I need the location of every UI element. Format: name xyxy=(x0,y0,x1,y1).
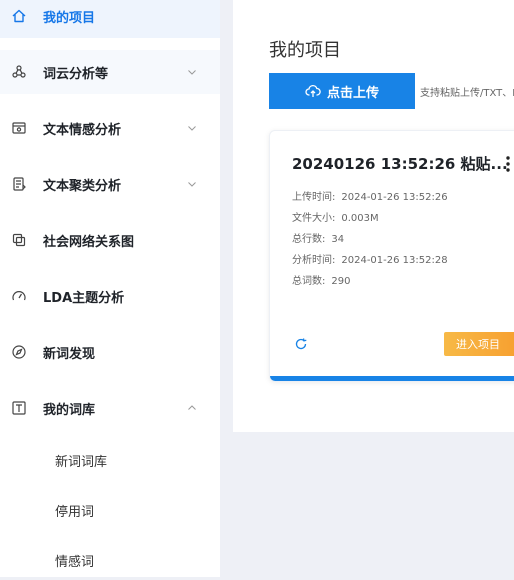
sidebar-item-label: 文本情感分析 xyxy=(43,122,122,138)
sidebar-item-clustering[interactable]: 文本聚类分析 xyxy=(0,162,220,206)
emotion-icon xyxy=(10,119,28,137)
document-icon xyxy=(10,175,28,193)
sidebar-subitem-new-word-lexicon[interactable]: 新词词库 xyxy=(0,440,220,480)
meta-total-lines: 总行数: 34 xyxy=(292,230,344,245)
sidebar-item-label: 文本聚类分析 xyxy=(43,178,122,194)
text-icon xyxy=(10,399,28,417)
sidebar-subitem-label: 情感词 xyxy=(55,554,95,570)
cloud-upload-icon xyxy=(305,84,321,97)
meta-total-words: 总词数: 290 xyxy=(292,272,350,287)
sidebar-subitem-label: 新词词库 xyxy=(55,454,108,470)
meta-analysis-time: 分析时间: 2024-01-26 13:52:28 xyxy=(292,251,448,266)
meta-key: 上传时间: xyxy=(292,192,336,203)
sidebar: 我的项目 词云分析等 文本情感分析 文本聚类分析 社会网络关系图 LDA主题分析… xyxy=(0,0,220,577)
meta-file-size: 文件大小: 0.003M xyxy=(292,209,379,224)
chevron-down-icon xyxy=(186,122,198,134)
upload-hint: 支持粘贴上传/TXT、D xyxy=(420,88,514,99)
chevron-up-icon xyxy=(186,402,198,414)
enter-project-button[interactable]: 进入项目 xyxy=(444,332,514,356)
meta-value: 34 xyxy=(331,234,345,245)
sidebar-item-lda[interactable]: LDA主题分析 xyxy=(0,274,220,318)
copy-icon xyxy=(10,231,28,249)
compass-icon xyxy=(10,343,28,361)
card-accent-bar xyxy=(270,376,514,381)
page-title: 我的项目 xyxy=(269,40,341,61)
home-icon xyxy=(10,7,28,25)
sidebar-item-label: LDA主题分析 xyxy=(43,290,125,306)
sidebar-item-social-network[interactable]: 社会网络关系图 xyxy=(0,218,220,262)
sidebar-item-label: 我的词库 xyxy=(43,402,96,418)
sidebar-item-my-projects[interactable]: 我的项目 xyxy=(0,0,220,38)
chevron-down-icon xyxy=(186,178,198,190)
upload-button-label: 点击上传 xyxy=(326,85,379,101)
meta-key: 文件大小: xyxy=(292,213,336,224)
project-title: 20240126 13:52:26 粘贴... xyxy=(292,155,508,173)
sidebar-subitem-label: 停用词 xyxy=(55,504,95,520)
sidebar-item-my-lexicon[interactable]: 我的词库 xyxy=(0,386,220,430)
sidebar-item-wordcloud[interactable]: 词云分析等 xyxy=(0,50,220,94)
meta-key: 总词数: xyxy=(292,276,326,287)
sidebar-subitem-sentiment-words[interactable]: 情感词 xyxy=(0,540,220,580)
network-icon xyxy=(10,63,28,81)
sidebar-item-label: 新词发现 xyxy=(43,346,96,362)
main-panel: 我的项目 点击上传 支持粘贴上传/TXT、D 20240126 13:52:26… xyxy=(233,0,514,432)
sidebar-item-sentiment[interactable]: 文本情感分析 xyxy=(0,106,220,150)
meta-upload-time: 上传时间: 2024-01-26 13:52:26 xyxy=(292,188,448,203)
sidebar-subitem-stopwords[interactable]: 停用词 xyxy=(0,490,220,530)
more-vertical-icon[interactable] xyxy=(504,155,512,173)
refresh-icon[interactable] xyxy=(294,337,308,351)
sidebar-item-label: 社会网络关系图 xyxy=(43,234,135,250)
upload-button[interactable]: 点击上传 xyxy=(269,73,415,109)
sidebar-item-label: 我的项目 xyxy=(43,10,96,26)
meta-key: 总行数: xyxy=(292,234,326,245)
meta-value: 2024-01-26 13:52:28 xyxy=(341,255,448,266)
sidebar-item-label: 词云分析等 xyxy=(43,66,109,82)
chevron-down-icon xyxy=(186,66,198,78)
meta-value: 290 xyxy=(331,276,351,287)
meta-value: 2024-01-26 13:52:26 xyxy=(341,192,448,203)
project-card[interactable]: 20240126 13:52:26 粘贴... 上传时间: 2024-01-26 … xyxy=(269,130,514,382)
meta-key: 分析时间: xyxy=(292,255,336,266)
meta-value: 0.003M xyxy=(341,213,379,224)
sidebar-item-new-words[interactable]: 新词发现 xyxy=(0,330,220,374)
gauge-icon xyxy=(10,287,28,305)
